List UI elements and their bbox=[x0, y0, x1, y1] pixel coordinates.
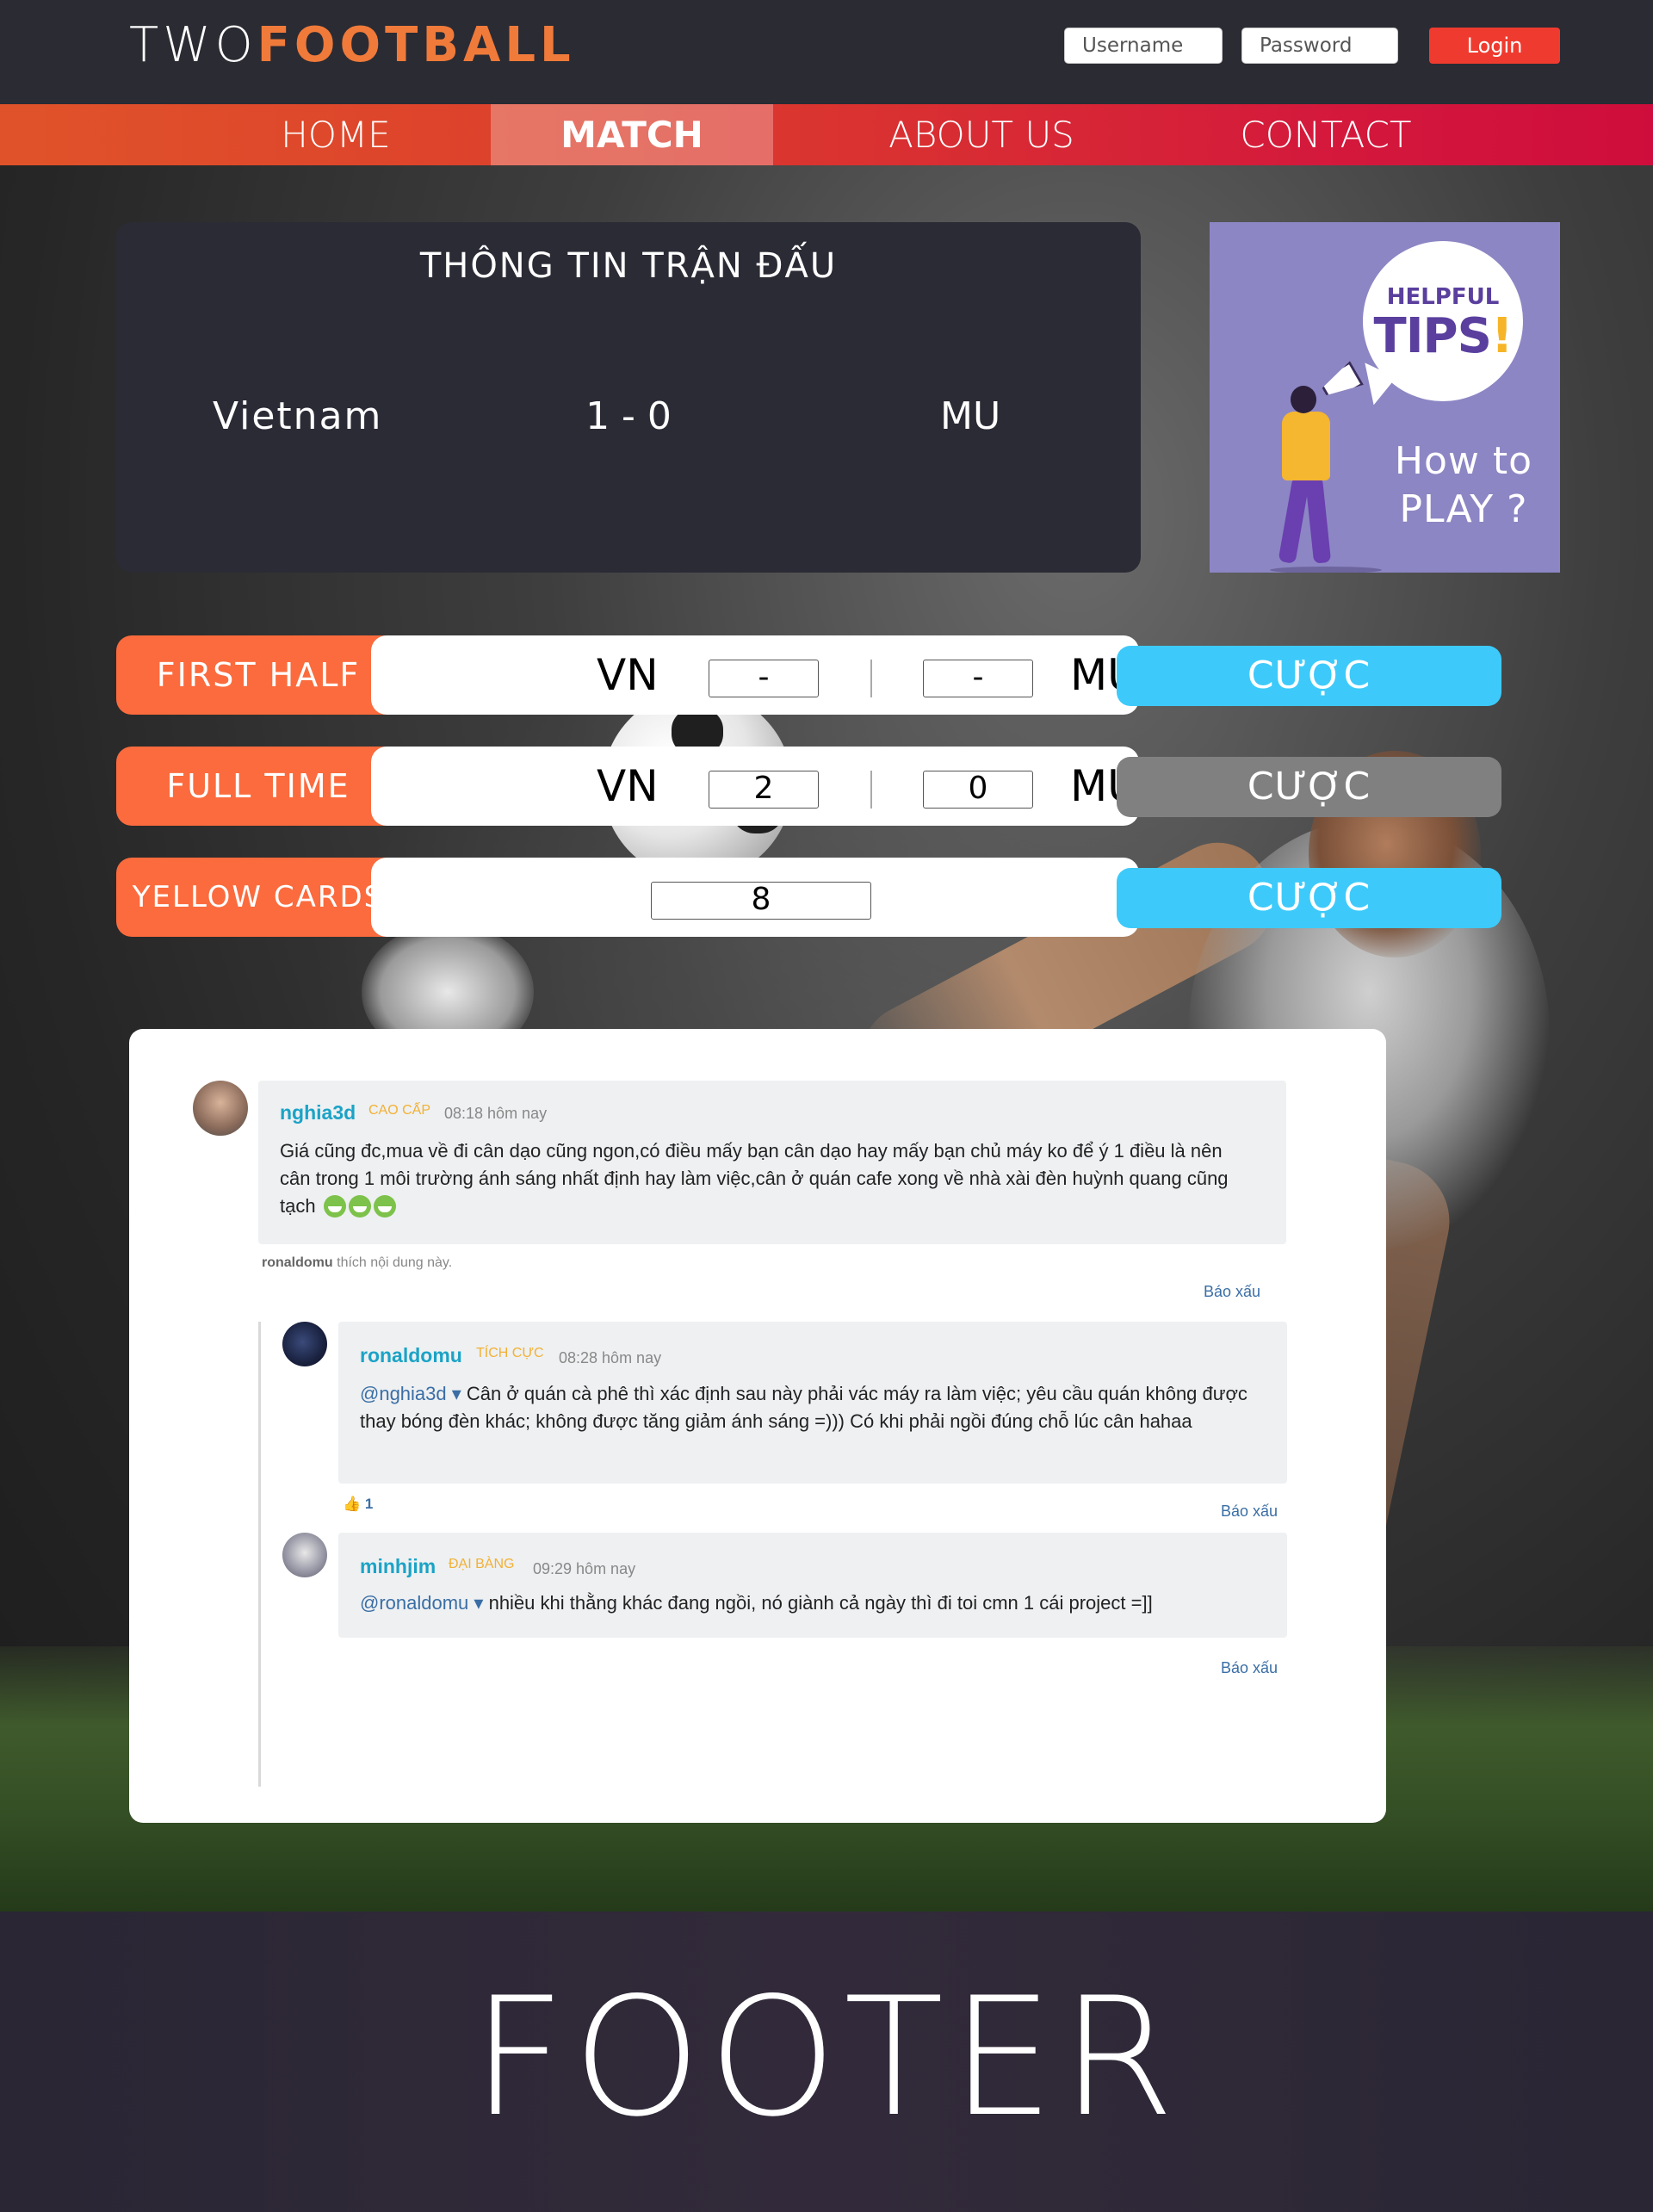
how-to-play-text: How to PLAY ? bbox=[1382, 437, 1545, 534]
report-link[interactable]: Báo xấu bbox=[1204, 1283, 1260, 1301]
login-button[interactable]: Login bbox=[1429, 28, 1560, 64]
mention-dropdown-icon[interactable]: ▾ bbox=[468, 1592, 488, 1614]
avatar-nghia3d[interactable] bbox=[193, 1081, 248, 1136]
comment-time[interactable]: 08:18 hôm nay bbox=[444, 1105, 547, 1123]
person-illustration bbox=[1282, 412, 1330, 480]
bet-label-yellow-cards: YELLOW CARDS bbox=[116, 858, 400, 937]
bet-label-full-time: FULL TIME bbox=[116, 747, 400, 826]
bet-row-full-time: FULL TIME VN 2 0 MU CƯỢC bbox=[116, 747, 1501, 826]
bet-team-a: VN bbox=[597, 761, 659, 811]
username-input[interactable]: Username bbox=[1064, 28, 1223, 64]
grin-emoji-icon bbox=[323, 1195, 346, 1218]
user-rank-badge: TÍCH CỰC bbox=[476, 1346, 544, 1360]
bet-label-first-half: FIRST HALF bbox=[116, 635, 400, 715]
like-count[interactable]: 👍 1 bbox=[343, 1496, 373, 1513]
first-half-score-a-input[interactable]: - bbox=[709, 660, 819, 697]
score-separator bbox=[870, 771, 872, 809]
site-logo[interactable]: TWOFOOTBALL bbox=[129, 17, 575, 74]
person-leg bbox=[1304, 476, 1332, 564]
reply-text: @ronaldomu ▾ nhiều khi thằng khác đang n… bbox=[360, 1589, 1272, 1617]
comment-text: Giá cũng đc,mua về đi cân dạo cũng ngon,… bbox=[280, 1137, 1253, 1220]
liked-by-text: thích nội dung này. bbox=[337, 1255, 453, 1270]
person-leg bbox=[1278, 476, 1310, 564]
password-input[interactable]: Password bbox=[1241, 28, 1398, 64]
comment-body: Giá cũng đc,mua về đi cân dạo cũng ngon,… bbox=[280, 1140, 1229, 1217]
reply-username[interactable]: minhjim bbox=[360, 1555, 436, 1578]
full-time-score-b-input[interactable]: 0 bbox=[923, 771, 1033, 809]
bet-button-yellow-cards[interactable]: CƯỢC bbox=[1117, 868, 1501, 928]
bet-button-full-time[interactable]: CƯỢC bbox=[1117, 757, 1501, 817]
full-time-score-a-input[interactable]: 2 bbox=[709, 771, 819, 809]
how-to-play-card[interactable]: HELPFUL TIPS! How to PLAY ? bbox=[1210, 222, 1560, 573]
nav-item-contact[interactable]: CONTACT bbox=[1188, 104, 1464, 165]
bet-button-first-half[interactable]: CƯỢC bbox=[1117, 646, 1501, 706]
nav-item-home[interactable]: HOME bbox=[198, 104, 474, 165]
reply-body: nhiều khi thằng khác đang ngồi, nó giành… bbox=[488, 1592, 1153, 1614]
avatar-minhjim[interactable] bbox=[282, 1533, 327, 1577]
logo-text-two: TWO bbox=[129, 17, 257, 73]
thread-line bbox=[258, 1322, 261, 1787]
nav-item-match[interactable]: MATCH bbox=[491, 104, 773, 165]
away-team-name: MU bbox=[940, 394, 1001, 438]
yellow-cards-input[interactable]: 8 bbox=[651, 882, 871, 920]
like-count-value: 1 bbox=[364, 1496, 374, 1512]
site-header: TWOFOOTBALL Username Password Login bbox=[0, 0, 1653, 104]
reply-box: ronaldomu TÍCH CỰC 08:28 hôm nay @nghia3… bbox=[338, 1322, 1287, 1484]
exclamation-mark: ! bbox=[1490, 308, 1514, 364]
logo-text-football: FOOTBALL bbox=[257, 17, 575, 73]
tips-label: TIPS! bbox=[1363, 308, 1523, 364]
comments-panel: nghia3d CAO CẤP 08:18 hôm nay Giá cũng đ… bbox=[129, 1029, 1386, 1823]
bet-row-first-half: FIRST HALF VN - - MU CƯỢC bbox=[116, 635, 1501, 715]
comment-box: nghia3d CAO CẤP 08:18 hôm nay Giá cũng đ… bbox=[258, 1081, 1286, 1244]
reply-box: minhjim ĐẠI BÀNG 09:29 hôm nay @ronaldom… bbox=[338, 1533, 1287, 1638]
bet-team-a: VN bbox=[597, 650, 659, 700]
report-link[interactable]: Báo xấu bbox=[1221, 1659, 1278, 1677]
bet-input-panel: 8 bbox=[371, 858, 1139, 937]
bet-input-panel: VN 2 0 MU bbox=[371, 747, 1139, 826]
report-link[interactable]: Báo xấu bbox=[1221, 1503, 1278, 1521]
reply-time[interactable]: 09:29 hôm nay bbox=[533, 1560, 635, 1578]
helpful-label: HELPFUL bbox=[1386, 284, 1500, 310]
person-head bbox=[1291, 386, 1316, 413]
reply-username[interactable]: ronaldomu bbox=[360, 1344, 462, 1367]
mention-link[interactable]: @nghia3d bbox=[360, 1383, 447, 1404]
reply-text: @nghia3d ▾ Cân ở quán cà phê thì xác địn… bbox=[360, 1380, 1272, 1435]
how-to-line: How to bbox=[1394, 439, 1533, 483]
liked-by-line: ronaldomu thích nội dung này. bbox=[262, 1255, 452, 1271]
liked-by-user[interactable]: ronaldomu bbox=[262, 1255, 333, 1270]
user-rank-badge: ĐẠI BÀNG bbox=[449, 1557, 515, 1571]
comment-username[interactable]: nghia3d bbox=[280, 1101, 356, 1125]
match-info-card: THÔNG TIN TRẬN ĐẤU Vietnam 1 - 0 MU bbox=[116, 222, 1141, 573]
user-rank-badge: CAO CẤP bbox=[368, 1103, 431, 1118]
bet-row-yellow-cards: YELLOW CARDS 8 CƯỢC bbox=[116, 858, 1501, 937]
grin-emoji-icon bbox=[348, 1195, 371, 1218]
first-half-score-b-input[interactable]: - bbox=[923, 660, 1033, 697]
nav-item-about-us[interactable]: ABOUT US bbox=[826, 104, 1136, 165]
person-shadow bbox=[1270, 567, 1382, 573]
main-nav: HOME MATCH ABOUT US CONTACT bbox=[0, 104, 1653, 165]
reply-body: Cân ở quán cà phê thì xác định sau này p… bbox=[360, 1383, 1247, 1432]
tips-word: TIPS bbox=[1373, 308, 1492, 364]
site-footer: FOOTER bbox=[0, 1911, 1653, 2212]
score-separator bbox=[870, 660, 872, 697]
mention-dropdown-icon[interactable]: ▾ bbox=[447, 1383, 467, 1404]
match-info-title: THÔNG TIN TRẬN ĐẤU bbox=[419, 246, 838, 286]
speech-bubble: HELPFUL TIPS! bbox=[1363, 241, 1523, 401]
grin-emoji-icon bbox=[373, 1195, 396, 1218]
bet-input-panel: VN - - MU bbox=[371, 635, 1139, 715]
play-line: PLAY ? bbox=[1399, 487, 1528, 531]
footer-text: FOOTER bbox=[471, 1962, 1182, 2153]
reply-time[interactable]: 08:28 hôm nay bbox=[559, 1349, 661, 1367]
avatar-ronaldomu[interactable] bbox=[282, 1322, 327, 1366]
mention-link[interactable]: @ronaldomu bbox=[360, 1592, 468, 1614]
thumbs-up-icon: 👍 bbox=[343, 1496, 362, 1512]
